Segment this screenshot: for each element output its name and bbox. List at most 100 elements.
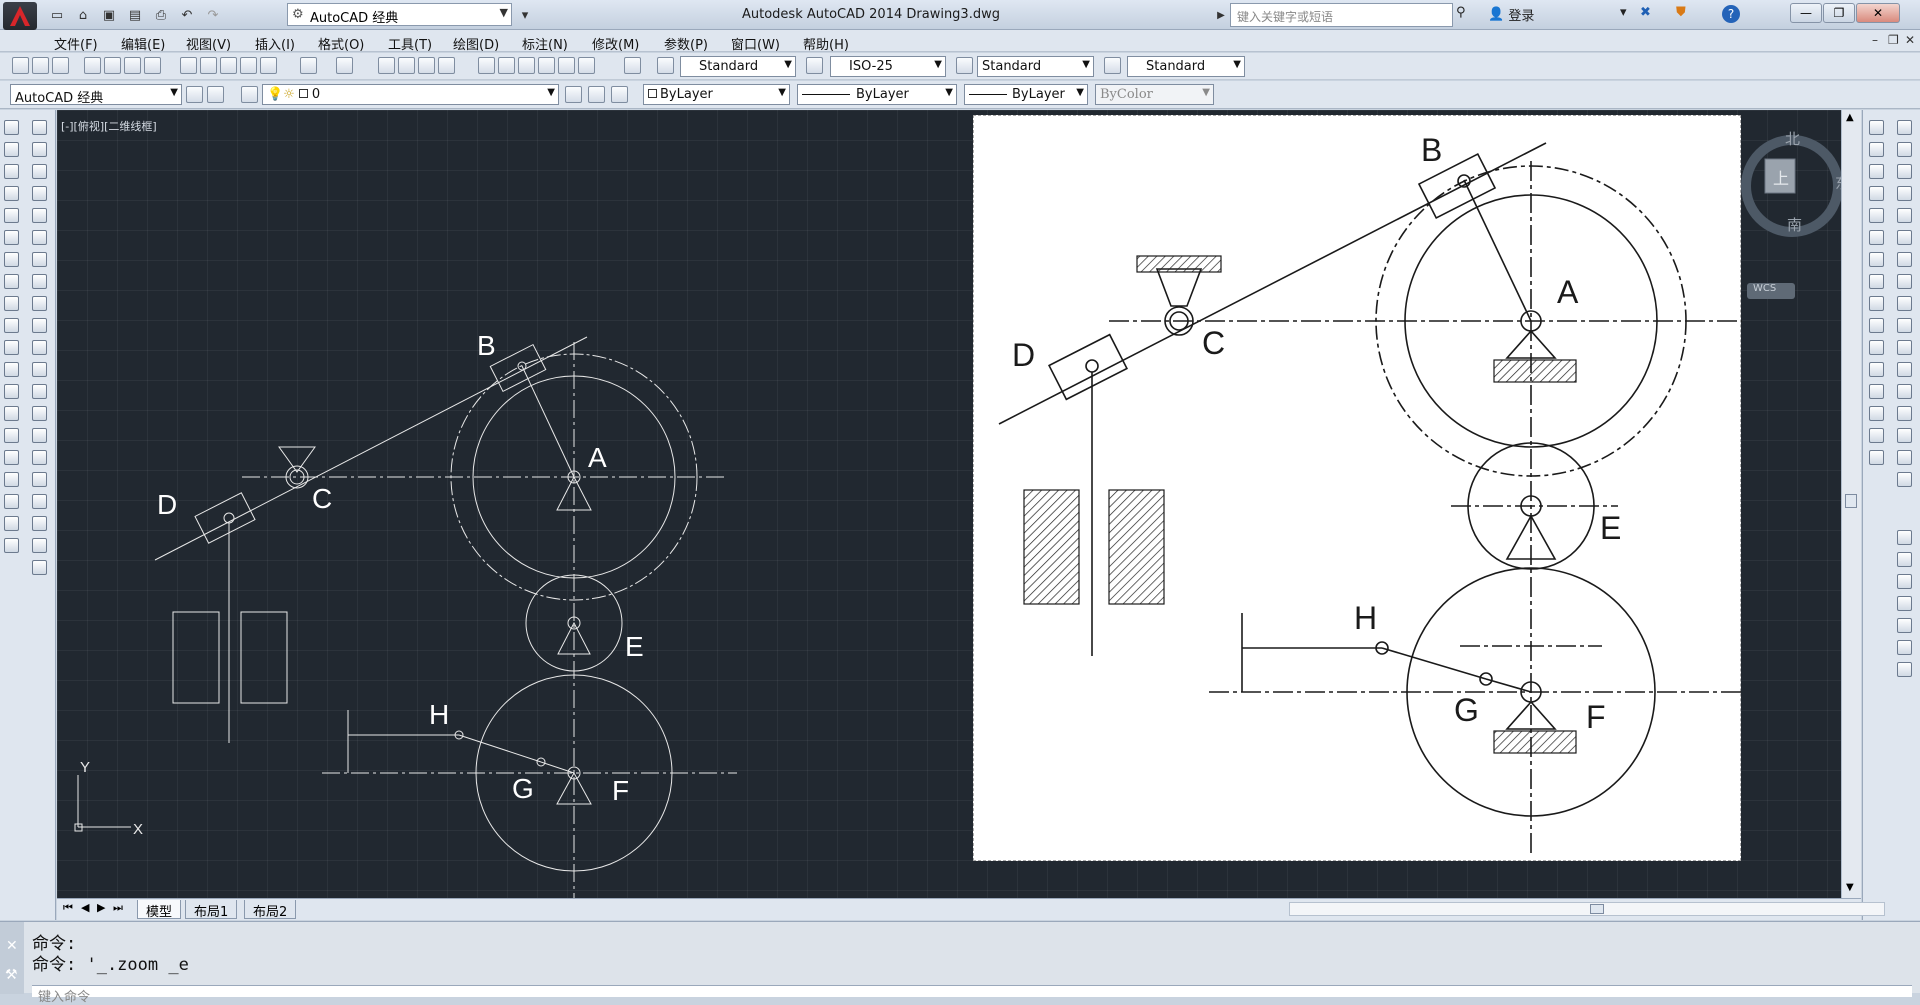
dim-angular-icon[interactable]: [32, 274, 47, 289]
linetype-dropdown[interactable]: ByLayer ▼: [797, 84, 957, 105]
exchange-icon[interactable]: ✖: [1640, 5, 1651, 20]
workspace-dropdown[interactable]: ⚙ AutoCAD 经典 ▼: [287, 3, 512, 26]
dim-edit-icon[interactable]: [32, 494, 47, 509]
dim-linear-icon[interactable]: [32, 120, 47, 135]
ellipse-arc-icon[interactable]: [4, 340, 19, 355]
plot-icon[interactable]: [84, 57, 101, 74]
snap-insert-icon[interactable]: [1869, 362, 1884, 377]
customize-quick-access-icon[interactable]: ▾: [514, 5, 536, 25]
gradient-icon[interactable]: [4, 450, 19, 465]
menu-parametric[interactable]: 参数(P): [664, 34, 708, 53]
move-icon[interactable]: [1897, 230, 1912, 245]
rectangle-icon[interactable]: [4, 208, 19, 223]
print-icon[interactable]: ⎙: [150, 5, 172, 25]
dim-jogged-icon[interactable]: [32, 230, 47, 245]
bring-annotations-icon[interactable]: [1897, 662, 1912, 677]
mirror-icon[interactable]: [1897, 164, 1912, 179]
viewcube[interactable]: 北 东 南 上: [1737, 126, 1857, 246]
tab-last-icon[interactable]: ⏭: [113, 901, 123, 915]
mtext-icon[interactable]: [4, 516, 19, 531]
draworder-above-icon[interactable]: [1897, 574, 1912, 589]
jogged-linear-icon[interactable]: [32, 472, 47, 487]
multileader-style-icon[interactable]: [1104, 57, 1121, 74]
new-icon[interactable]: ▭: [46, 5, 68, 25]
customize-icon[interactable]: [207, 86, 224, 103]
arc-icon[interactable]: [4, 230, 19, 245]
snap-center-icon[interactable]: [1869, 252, 1884, 267]
inspection-icon[interactable]: [32, 450, 47, 465]
menu-window[interactable]: 窗口(W): [731, 34, 780, 53]
dim-arc-icon[interactable]: [32, 164, 47, 179]
snap-intersection-icon[interactable]: [1869, 186, 1884, 201]
tab-layout1[interactable]: 布局1: [185, 900, 238, 920]
snap-nearest-icon[interactable]: [1869, 406, 1884, 421]
draworder-under-icon[interactable]: [1897, 596, 1912, 611]
snap-parallel-icon[interactable]: [1869, 340, 1884, 355]
workspace-combo[interactable]: AutoCAD 经典 ▼: [10, 84, 182, 105]
tab-next-icon[interactable]: ▶: [97, 901, 105, 914]
qnew-icon[interactable]: [12, 57, 29, 74]
tb-undo-icon[interactable]: [300, 57, 317, 74]
table-icon[interactable]: [4, 494, 19, 509]
plot-preview-icon[interactable]: [104, 57, 121, 74]
login-dropdown-icon[interactable]: ▾: [1620, 5, 1627, 20]
erase-icon[interactable]: [1897, 120, 1912, 135]
osnap-settings-icon[interactable]: [1869, 450, 1884, 465]
snap-tangent-icon[interactable]: [1869, 296, 1884, 311]
insert-block-icon[interactable]: [4, 362, 19, 377]
markup-icon[interactable]: [558, 57, 575, 74]
spline-icon[interactable]: [4, 296, 19, 311]
vertical-scrollbar[interactable]: ▲ ▼: [1841, 110, 1861, 898]
layer-state-icon[interactable]: [611, 86, 628, 103]
quickcalc-icon[interactable]: [578, 57, 595, 74]
dim-space-icon[interactable]: [32, 362, 47, 377]
sheet-set-icon[interactable]: [538, 57, 555, 74]
point-icon[interactable]: [4, 406, 19, 421]
polygon-icon[interactable]: [4, 186, 19, 201]
scroll-down-icon[interactable]: ▼: [1846, 882, 1854, 893]
tb-redo-icon[interactable]: [336, 57, 353, 74]
design-center-icon[interactable]: [498, 57, 515, 74]
save-icon[interactable]: ▣: [98, 5, 120, 25]
minimize-button[interactable]: —: [1790, 3, 1822, 23]
expand-search-icon[interactable]: ▶: [1210, 5, 1232, 25]
menu-edit[interactable]: 编辑(E): [121, 34, 165, 53]
wcs-menu-button[interactable]: WCS: [1747, 283, 1795, 299]
copy-icon[interactable]: [200, 57, 217, 74]
reference-image[interactable]: A B C D E F G H: [973, 115, 1744, 861]
viewcube-north[interactable]: 北: [1785, 128, 1800, 149]
menu-draw[interactable]: 绘图(D): [453, 34, 499, 53]
menu-dimension[interactable]: 标注(N): [522, 34, 568, 53]
snap-apparent-icon[interactable]: [1869, 208, 1884, 223]
cut-icon[interactable]: [180, 57, 197, 74]
command-input[interactable]: 键入命令: [32, 985, 1912, 1005]
layer-dropdown[interactable]: 💡☼ 0 ▼: [262, 84, 559, 105]
menu-insert[interactable]: 插入(I): [255, 34, 295, 53]
snap-endpoint-icon[interactable]: [1869, 142, 1884, 157]
lineweight-dropdown[interactable]: ByLayer ▼: [964, 84, 1088, 105]
make-current-layer-icon[interactable]: [565, 86, 582, 103]
tab-first-icon[interactable]: ⏮: [63, 901, 73, 915]
fillet-icon[interactable]: [1897, 428, 1912, 443]
scroll-up-icon[interactable]: ▲: [1846, 112, 1854, 123]
match-properties-icon[interactable]: [260, 57, 277, 74]
viewcube-top[interactable]: 上: [1773, 165, 1789, 189]
doc-restore-icon[interactable]: ❐: [1888, 33, 1899, 47]
pan-icon[interactable]: [378, 57, 395, 74]
tab-model[interactable]: 模型: [137, 900, 182, 920]
dim-style-dropdown[interactable]: ISO-25 ▼: [830, 56, 946, 77]
dim-diameter-icon[interactable]: [32, 252, 47, 267]
polyline-icon[interactable]: [4, 164, 19, 179]
save-file-icon[interactable]: [52, 57, 69, 74]
horizontal-scroll-thumb[interactable]: [1590, 904, 1604, 914]
close-command-icon[interactable]: ✕: [6, 938, 18, 954]
publish-icon[interactable]: [124, 57, 141, 74]
help-icon[interactable]: ?: [1722, 5, 1740, 23]
open-file-icon[interactable]: [32, 57, 49, 74]
undo-icon[interactable]: ↶: [176, 5, 198, 25]
dim-baseline-icon[interactable]: [32, 318, 47, 333]
array-icon[interactable]: [1897, 208, 1912, 223]
redo-icon[interactable]: ↷: [202, 5, 224, 25]
text-style-dropdown[interactable]: Standard ▼: [680, 56, 796, 77]
drawing-canvas[interactable]: [-][俯视][二维线框] A B C D E F G H Y X A B C …: [57, 110, 1861, 898]
